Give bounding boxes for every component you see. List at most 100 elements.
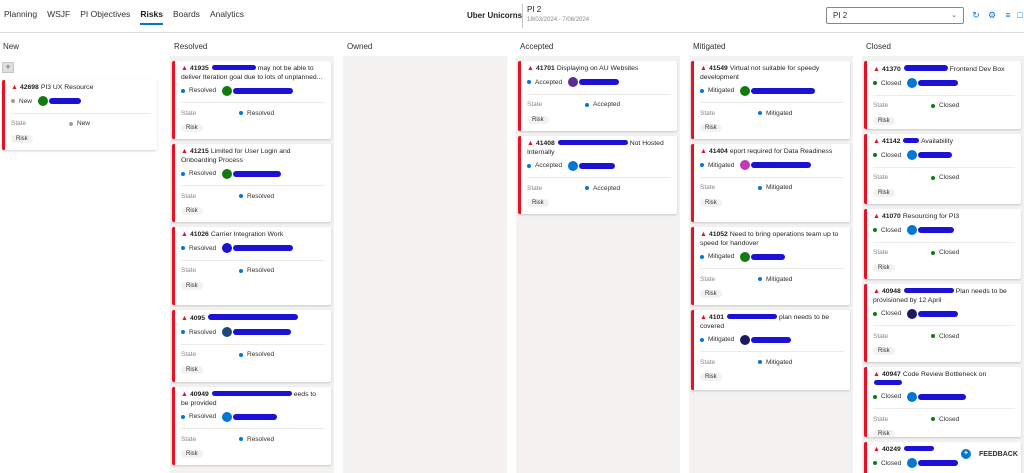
filter-icon[interactable]: ≡ bbox=[1002, 9, 1014, 21]
pi-title: PI 2 bbox=[527, 5, 542, 14]
risk-card[interactable]: ▲ 40948 Plan needs to be provisioned by 1… bbox=[864, 284, 1021, 362]
status-dot bbox=[181, 414, 185, 419]
risk-card[interactable]: ▲ 41026 Carrier Integration Work Resolved … bbox=[172, 227, 331, 305]
column-header-accepted: Accepted bbox=[520, 42, 554, 51]
risk-card[interactable]: ▲ 41408 Not Hosted Internally Accepted St… bbox=[518, 136, 677, 214]
header-divider bbox=[522, 4, 523, 28]
status-dot bbox=[11, 99, 15, 103]
avatar bbox=[222, 411, 233, 422]
risk-card[interactable]: ▲ 4095 Resolved State Resolved Risk bbox=[172, 310, 331, 382]
warning-icon: ▲ bbox=[11, 84, 18, 91]
risk-card[interactable]: ▲ 41404 eport required for Data Readiness … bbox=[691, 144, 850, 222]
status-dot bbox=[873, 461, 877, 465]
column-header-new: New bbox=[3, 42, 20, 51]
risk-card[interactable]: ▲ 41142 Availability Closed State Closed R… bbox=[864, 134, 1021, 204]
column-owned bbox=[343, 56, 507, 473]
risk-tag[interactable]: Risk bbox=[181, 450, 203, 458]
risk-tag[interactable]: Risk bbox=[181, 281, 203, 290]
risk-tag[interactable]: Risk bbox=[873, 263, 895, 272]
risk-tag[interactable]: Risk bbox=[11, 134, 33, 143]
risk-tag[interactable]: Risk bbox=[873, 430, 895, 437]
avatar bbox=[907, 150, 918, 160]
risk-card[interactable]: ▲ 40949 eeds to be provided Resolved Stat… bbox=[172, 387, 331, 465]
fullscreen-icon[interactable]: □ bbox=[1016, 9, 1024, 21]
status-dot bbox=[873, 81, 877, 85]
column-header-owned: Owned bbox=[347, 42, 373, 51]
risk-card[interactable]: ▲ 42698 PI3 UX Resource New State New Risk bbox=[2, 80, 157, 150]
status-dot bbox=[700, 254, 704, 259]
warning-icon: ▲ bbox=[873, 446, 880, 453]
column-header-closed: Closed bbox=[866, 42, 891, 51]
status-dot bbox=[181, 88, 185, 93]
status-dot bbox=[527, 80, 531, 84]
avatar bbox=[907, 225, 918, 235]
risk-tag[interactable]: Risk bbox=[181, 207, 203, 215]
risk-card[interactable]: ▲ 41215 Limited for User Login and Onboard… bbox=[172, 144, 331, 222]
warning-icon: ▲ bbox=[700, 148, 707, 155]
nav-pi-objectives[interactable]: PI Objectives bbox=[80, 9, 130, 25]
warning-icon: ▲ bbox=[873, 288, 880, 295]
avatar bbox=[222, 168, 233, 179]
risk-tag[interactable]: Risk bbox=[700, 373, 722, 381]
settings-icon[interactable]: ⚙ bbox=[986, 9, 998, 21]
warning-icon: ▲ bbox=[181, 231, 188, 238]
feedback-plus-icon: + bbox=[961, 449, 971, 459]
risk-card[interactable]: ▲ 41070 Resourcing for PI3 Closed State Clo… bbox=[864, 209, 1021, 279]
risk-tag[interactable]: Risk bbox=[873, 116, 895, 125]
pi-info: PI 2 18/03/2024 - 7/06/2024 bbox=[527, 5, 589, 23]
avatar bbox=[740, 334, 751, 345]
avatar bbox=[907, 458, 918, 468]
avatar bbox=[907, 308, 918, 319]
nav-analytics[interactable]: Analytics bbox=[210, 9, 244, 25]
risk-tag[interactable]: Risk bbox=[873, 347, 895, 355]
risk-card[interactable]: ▲ 41935 may not be able to deliver Iterat… bbox=[172, 61, 331, 139]
avatar bbox=[568, 160, 579, 171]
risk-card[interactable]: ▲ 4101 plan needs to be covered Mitigated… bbox=[691, 310, 850, 390]
warning-icon: ▲ bbox=[700, 65, 707, 72]
top-bar: Planning WSJF PI Objectives Risks Boards… bbox=[0, 0, 1024, 33]
risk-tag[interactable]: Risk bbox=[527, 199, 549, 207]
main-nav: Planning WSJF PI Objectives Risks Boards… bbox=[4, 9, 244, 25]
status-dot bbox=[700, 163, 704, 167]
nav-risks[interactable]: Risks bbox=[140, 9, 163, 25]
status-dot bbox=[527, 163, 531, 168]
avatar bbox=[38, 96, 49, 106]
status-dot bbox=[700, 337, 704, 342]
risk-card[interactable]: ▲ 41701 Displaying on AU Websites Accepted… bbox=[518, 61, 677, 131]
status-dot bbox=[873, 228, 877, 232]
pi-dates: 18/03/2024 - 7/06/2024 bbox=[527, 17, 590, 23]
risk-card[interactable]: ▲ 41549 Virtual not suitable for speedy de… bbox=[691, 61, 850, 139]
risk-tag[interactable]: Risk bbox=[700, 290, 722, 298]
refresh-icon[interactable]: ↻ bbox=[970, 9, 982, 21]
add-risk-button[interactable]: + bbox=[2, 62, 14, 73]
pi-dropdown[interactable]: PI 2 ⌄ bbox=[826, 7, 964, 24]
nav-planning[interactable]: Planning bbox=[4, 9, 37, 25]
status-dot bbox=[873, 394, 877, 399]
status-dot bbox=[181, 171, 185, 176]
risk-tag[interactable]: Risk bbox=[700, 124, 722, 132]
warning-icon: ▲ bbox=[700, 314, 707, 321]
pi-dropdown-value: PI 2 bbox=[833, 11, 848, 20]
status-dot bbox=[181, 330, 185, 334]
risk-tag[interactable]: Risk bbox=[181, 365, 203, 374]
risk-card[interactable]: ▲ 40947 Code Review Bottleneck on Closed S… bbox=[864, 367, 1021, 437]
risk-tag[interactable]: Risk bbox=[700, 198, 722, 207]
risk-tag[interactable]: Risk bbox=[873, 188, 895, 197]
risk-card[interactable]: ▲ 41052 Need to bring operations team up t… bbox=[691, 227, 850, 305]
redaction bbox=[49, 98, 82, 104]
status-dot bbox=[873, 311, 877, 316]
nav-boards[interactable]: Boards bbox=[173, 9, 200, 25]
warning-icon: ▲ bbox=[700, 231, 707, 238]
warning-icon: ▲ bbox=[181, 148, 188, 155]
risk-tag[interactable]: Risk bbox=[181, 124, 203, 132]
status-dot bbox=[181, 246, 185, 250]
avatar bbox=[740, 85, 751, 96]
warning-icon: ▲ bbox=[181, 391, 188, 398]
column-header-mitigated: Mitigated bbox=[693, 42, 726, 51]
avatar bbox=[907, 78, 918, 88]
nav-wsjf[interactable]: WSJF bbox=[47, 9, 70, 25]
chevron-down-icon: ⌄ bbox=[951, 12, 957, 19]
risk-card[interactable]: ▲ 41370 Frontend Dev Box Closed State Clos… bbox=[864, 61, 1021, 129]
feedback-button[interactable]: + FEEDBACK bbox=[961, 448, 1021, 460]
risk-tag[interactable]: Risk bbox=[527, 115, 549, 124]
